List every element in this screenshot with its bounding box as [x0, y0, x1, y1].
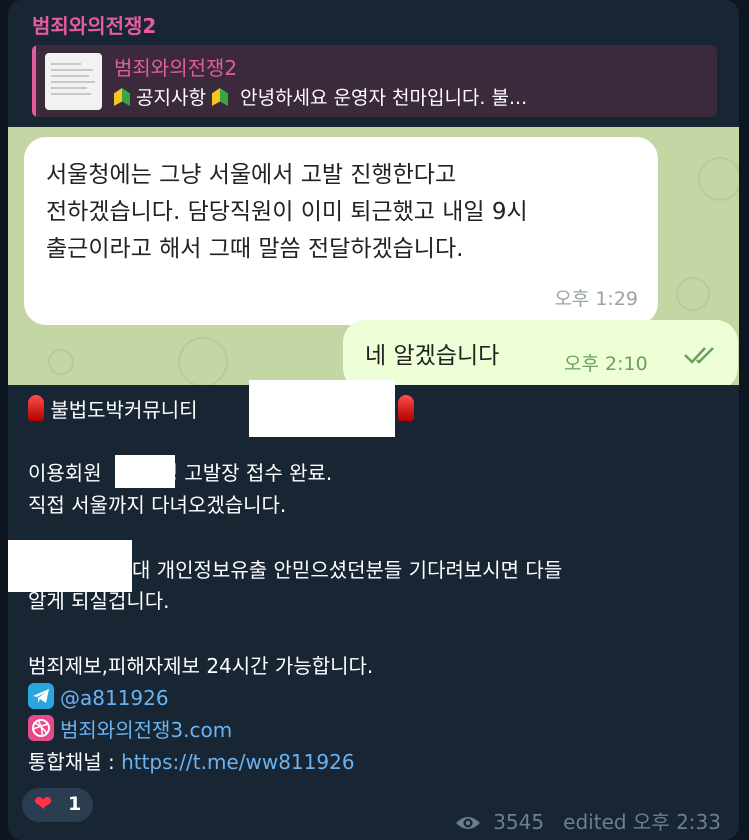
double-check-icon: [684, 347, 714, 364]
screenshot-incoming-message: 서울청에는 그냥 서울에서 고발 진행한다고 전하겠습니다. 담당직원이 이미 …: [24, 137, 658, 325]
attached-screenshot[interactable]: 서울청에는 그냥 서울에서 고발 진행한다고 전하겠습니다. 담당직원이 이미 …: [8, 127, 739, 385]
site-link[interactable]: 범죄와의전쟁3.com: [60, 715, 232, 745]
reply-accent-bar: [32, 45, 36, 117]
screenshot-outgoing-text: 네 알겠습니다: [365, 343, 500, 369]
reply-text-body: 안녕하세요 운영자 천마입니다. 불...: [240, 87, 528, 109]
sender-name[interactable]: 범죄와의전쟁2: [32, 10, 156, 39]
body-line-2-end: 명 고발장 접수 완료.: [159, 461, 333, 485]
body-line-5: 알게 되실겁니다.: [28, 589, 170, 613]
edited-time: edited 오후 2:33: [563, 810, 721, 834]
body-line-4: 대 개인정보유출 안믿으셨던분들 기다려보시면 다들: [132, 558, 563, 582]
reaction-count: 1: [68, 793, 82, 815]
screenshot-incoming-time: 오후 1:29: [554, 288, 638, 310]
reply-thumbnail: [45, 53, 102, 110]
reply-sender-name: 범죄와의전쟁2: [114, 56, 238, 80]
siren-icon: [28, 395, 44, 421]
redaction-box: [249, 380, 395, 437]
telegram-icon: [28, 683, 54, 709]
reply-preview[interactable]: 범죄와의전쟁2 공지사항 안녕하세요 운영자 천마입니다. 불...: [32, 45, 717, 117]
reply-text: 공지사항 안녕하세요 운영자 천마입니다. 불...: [114, 83, 709, 110]
message-meta: 3545 edited 오후 2:33: [455, 806, 721, 835]
body-line-1-text: 불법도박커뮤니티: [50, 398, 198, 422]
channel-label: 통합채널 :: [28, 750, 122, 774]
redaction-box: [115, 455, 175, 488]
reply-text-title: 공지사항: [136, 87, 206, 109]
redaction-box: [8, 540, 132, 592]
body-line-6: 범죄제보,피해자제보 24시간 가능합니다.: [28, 654, 374, 678]
screenshot-incoming-text: 서울청에는 그냥 서울에서 고발 진행한다고 전하겠습니다. 담당직원이 이미 …: [46, 162, 528, 262]
eye-icon: [455, 817, 480, 829]
beginner-leaf-icon: [212, 88, 229, 106]
body-line-2-start: 이용회원: [28, 461, 102, 485]
siren-icon: [398, 395, 414, 421]
beginner-leaf-icon: [114, 88, 130, 106]
view-count: 3545: [493, 810, 545, 834]
body-line-1-end: [398, 395, 414, 425]
message-bubble: 범죄와의전쟁2 범죄와의전쟁2 공지사항 안녕하세요 운영자 천마입니다. 불.…: [8, 0, 739, 840]
screenshot-outgoing-time: 오후 2:10: [564, 353, 648, 375]
heart-icon: ❤: [34, 792, 53, 817]
body-line-1: 불법도박커뮤니티: [28, 395, 198, 425]
channel-link[interactable]: https://t.me/ww811926: [121, 750, 354, 774]
body-line-channel: 통합채널 : https://t.me/ww811926: [28, 747, 355, 777]
dribbble-icon: [28, 715, 54, 741]
telegram-handle-link[interactable]: @a811926: [60, 683, 169, 713]
body-line-2: 이용회원 명 고발장 접수 완료.: [28, 458, 332, 488]
screenshot-outgoing-message: 네 알겠습니다 오후 2:10: [343, 320, 738, 385]
body-line-3: 직접 서울까지 다녀오겠습니다.: [28, 493, 287, 517]
heart-reaction-button[interactable]: ❤ 1: [22, 788, 93, 822]
